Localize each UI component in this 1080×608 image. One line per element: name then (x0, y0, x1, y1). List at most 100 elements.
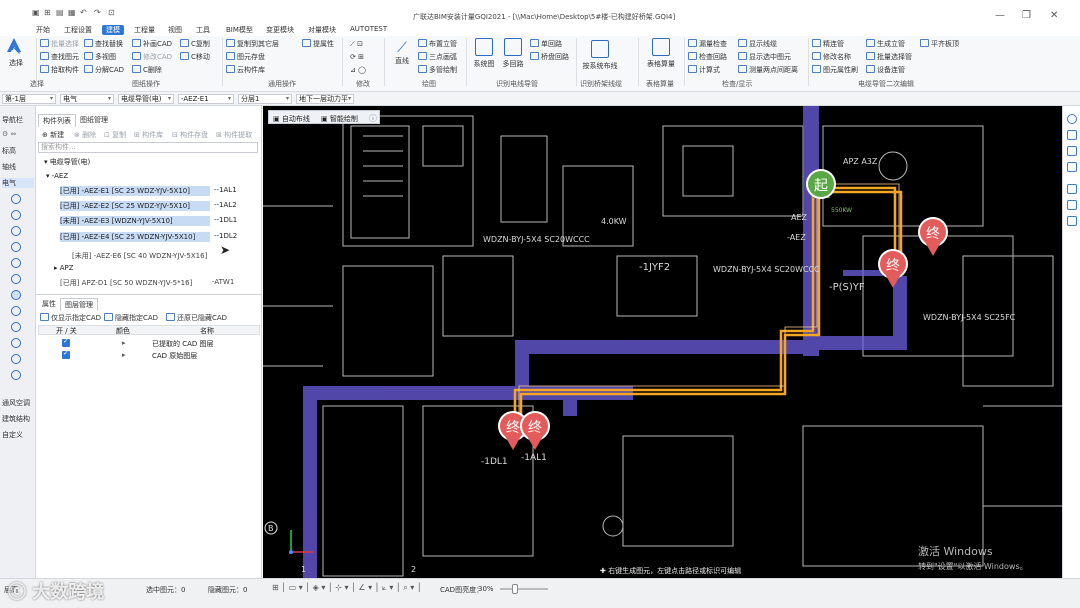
tab-component-list[interactable]: 构件列表 (38, 114, 76, 127)
view-top-icon[interactable] (1067, 130, 1077, 140)
copy-component-button[interactable]: ⊡ 复制 (104, 130, 126, 140)
busbar-icon[interactable] (11, 322, 21, 332)
tree-group-apz[interactable]: ▸ APZ (54, 264, 74, 272)
show-selected-button[interactable]: 显示选中图元 (738, 52, 791, 62)
minimize-icon[interactable]: — (995, 10, 1005, 21)
component-library-button[interactable]: ⊞ 构件库 (134, 130, 163, 140)
restore-icon[interactable]: ❐ (1022, 10, 1031, 21)
menu-change[interactable]: 变更模块 (266, 25, 294, 35)
fine-connect-button[interactable]: 精连管 (812, 39, 844, 49)
restore-cad-button[interactable]: 还原已隐藏CAD (166, 313, 227, 323)
multi-pipe-button[interactable]: 多管绘制 (418, 65, 457, 75)
tree-item[interactable]: [未用] -AEZ-E3 [WDZN-YJV-5X10] (60, 216, 210, 226)
bulb-icon[interactable] (11, 194, 21, 204)
select-button[interactable]: ↖ 选择 (4, 42, 28, 68)
place-riser-button[interactable]: 布置立管 (418, 39, 457, 49)
lightning-icon[interactable] (11, 354, 21, 364)
multi-view-button[interactable]: 多视图 (84, 52, 116, 62)
expand-icon[interactable]: ▸ (122, 339, 126, 347)
gen-riser-button[interactable]: 生成立管 (866, 39, 905, 49)
delete-component-button[interactable]: ⊗ 删除 (74, 130, 96, 140)
batch-select-pipe-button[interactable]: 批量选择管 (866, 52, 912, 62)
tree-group-aez[interactable]: ▾ -AEZ (46, 172, 68, 180)
panel-icon[interactable] (11, 242, 21, 252)
layer-select[interactable]: 分层1 (238, 94, 292, 104)
c-delete-button[interactable]: C删除 (132, 65, 162, 75)
align-slab-button[interactable]: 平齐板顶 (920, 39, 959, 49)
zoom-extent-icon[interactable] (1067, 184, 1077, 194)
nav-item-custom[interactable]: 自定义 (2, 430, 23, 440)
menu-tools[interactable]: 工具 (196, 25, 210, 35)
nav-item-hvac[interactable]: 通风空调 (2, 398, 30, 408)
pan-icon[interactable] (1067, 216, 1077, 226)
end-marker[interactable]: 终 (918, 217, 948, 256)
tree-item[interactable]: [已用] APZ-D1 [SC 50 WDZN-YJV-5*16] (60, 278, 192, 288)
formula-button[interactable]: 计算式 (688, 65, 720, 75)
pick-component-button[interactable]: 拾取构件 (40, 65, 79, 75)
draw-cad-button[interactable]: 补画CAD (132, 39, 172, 49)
menu-modeling[interactable]: 建模 (102, 25, 124, 35)
discipline-select[interactable]: 电气 (60, 94, 114, 104)
cloud-library-button[interactable]: 云构件库 (226, 65, 265, 75)
menu-project-settings[interactable]: 工程设置 (64, 25, 92, 35)
view-cube-icon[interactable] (1067, 114, 1077, 124)
modify-tool-3[interactable]: ⊿ ◯ (350, 66, 366, 74)
c-copy-button[interactable]: C复制 (180, 39, 210, 49)
undo-icon[interactable]: ↶ (80, 8, 87, 17)
grounding-icon[interactable] (11, 338, 21, 348)
zoom-window-icon[interactable] (1067, 200, 1077, 210)
close-icon[interactable]: ✕ (1050, 10, 1058, 21)
menu-quantity[interactable]: 工程量 (134, 25, 155, 35)
tree-item[interactable]: [已用] -AEZ-E1 [SC 25 WDZ-YJV-5X10] (60, 186, 210, 196)
smart-draw-button[interactable]: ▣ 智能绘制 (321, 114, 358, 124)
zone-select[interactable]: 地下一层动力平 (296, 94, 354, 104)
tool-icon[interactable]: ⊡ (108, 8, 115, 17)
menu-compare[interactable]: 对量模块 (308, 25, 336, 35)
batch-select-button[interactable]: 批量选择 (40, 39, 79, 49)
open-icon[interactable]: ▤ (56, 8, 64, 17)
nav-elevation[interactable]: 标高 (2, 146, 16, 156)
new-component-button[interactable]: ⊕ 新建 (42, 130, 64, 140)
find-element-button[interactable]: 查找图元 (40, 52, 79, 62)
show-cad-only-button[interactable]: 仅显示指定CAD (40, 313, 101, 323)
three-point-arc-button[interactable]: 三点画弧 (418, 52, 457, 62)
component-select[interactable]: -AEZ-E1 (178, 94, 234, 104)
new-icon[interactable]: ⊞ (44, 8, 51, 17)
show-cable-button[interactable]: 显示线缆 (738, 39, 777, 49)
tree-item[interactable]: [已用] -AEZ-E2 [SC 25 WDZ-YJV-5X10] (60, 201, 210, 211)
panel-circuit-button[interactable]: 桥盘回路 (530, 52, 569, 62)
cad-canvas[interactable]: APZ A3Z AEZ -AEZ 4.0KW 550KW -1JYF2 -P(S… (263, 106, 1062, 578)
end-marker[interactable]: 终 (520, 411, 550, 450)
snap-toolbar[interactable]: ⊞ │ ▭ ▾ │ ◈ ▾ │ ⊹ ▾ │ ∠ ▾ │ ⟀ ▾ │ ⌕ ▾ │ (272, 583, 422, 593)
nav-settings-icon[interactable]: ⚙ ⇔ (2, 130, 16, 138)
layer-checkbox[interactable] (62, 337, 70, 347)
attr-brush-button[interactable]: 图元属性刷 (812, 65, 858, 75)
menu-start[interactable]: 开始 (36, 25, 50, 35)
single-circuit-button[interactable]: 单回路 (530, 39, 562, 49)
tree-item[interactable]: [未用] -AEZ-E6 [SC 40 WDZN-YJV-5X16] (72, 251, 207, 261)
cad-brightness-slider[interactable] (500, 588, 548, 590)
c-move-button[interactable]: C移动 (180, 52, 210, 62)
conduit-icon[interactable] (11, 274, 21, 284)
tree-group-cable-conduit[interactable]: ▾ 电缆导管(电) (44, 157, 90, 167)
brightness-slider-thumb[interactable] (512, 584, 518, 594)
multi-circuit-button[interactable]: 多回路 (500, 38, 526, 69)
view-rotate-icon[interactable] (1067, 162, 1077, 172)
component-search-input[interactable]: 搜索构件... (38, 142, 258, 153)
copy-to-layer-button[interactable]: 复制到其它层 (226, 39, 279, 49)
modify-tool-1[interactable]: ⟋ ⊡ (350, 40, 363, 49)
save-element-button[interactable]: 图元存盘 (226, 52, 265, 62)
socket-icon[interactable] (11, 226, 21, 236)
find-replace-button[interactable]: 查找替换 (84, 39, 123, 49)
save-icon[interactable]: ▣ (32, 8, 40, 17)
menu-autotest[interactable]: AUTOTEST (350, 25, 387, 33)
modify-tool-2[interactable]: ⟳ ⊞ (350, 53, 364, 61)
explode-cad-button[interactable]: 分解CAD (84, 65, 124, 75)
table-quantity-button[interactable]: 表格算量 (646, 38, 676, 69)
nav-item-structure[interactable]: 建筑结构 (2, 414, 30, 424)
component-save-button[interactable]: ⊟ 构件存盘 (172, 130, 208, 140)
type-select[interactable]: 电缆导管(电) (118, 94, 174, 104)
view-3d-icon[interactable] (1067, 146, 1077, 156)
fitting-icon[interactable] (11, 370, 21, 380)
tree-item[interactable]: [已用] -AEZ-E4 [SC 25 WDZN-YJV-5X10] (60, 232, 210, 242)
